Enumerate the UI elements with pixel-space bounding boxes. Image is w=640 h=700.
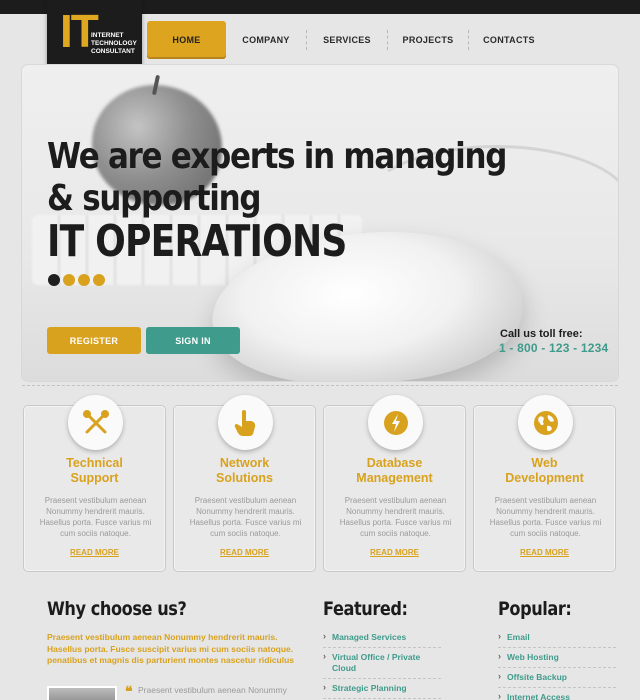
service-description: Praesent vestibulum aenean Nonummy hendr…: [189, 496, 302, 538]
hero-headline-line3: IT OPERATIONS: [47, 216, 347, 267]
nav-services[interactable]: SERVICES: [307, 21, 387, 59]
service-description: Praesent vestibulum aenean Nonummy hendr…: [339, 496, 452, 538]
why-title: Why choose us?: [47, 598, 187, 620]
service-card-network-solutions: Network Solutions Praesent vestibulum aen…: [173, 395, 316, 572]
featured-link[interactable]: Virtual Office / Private Cloud: [323, 651, 441, 679]
database-icon: [368, 395, 423, 450]
service-title: Database Management: [356, 456, 433, 485]
popular-link[interactable]: Internet Access: [498, 691, 616, 700]
popular-link[interactable]: Web Hosting: [498, 651, 616, 668]
avatar: [47, 686, 117, 700]
nav-projects[interactable]: PROJECTS: [388, 21, 468, 59]
featured-link[interactable]: Managed Services: [323, 631, 441, 648]
read-more-link[interactable]: READ MORE: [324, 548, 465, 557]
main-nav: HOME COMPANY SERVICES PROJECTS CONTACTS: [147, 21, 549, 59]
service-title: Technical Support: [66, 456, 123, 485]
nav-contacts[interactable]: CONTACTS: [469, 21, 549, 59]
nav-company[interactable]: COMPANY: [226, 21, 306, 59]
testimonial-text: Praesent vestibulum aenean Nonummy: [138, 685, 287, 695]
read-more-link[interactable]: READ MORE: [174, 548, 315, 557]
read-more-link[interactable]: READ MORE: [24, 548, 165, 557]
popular-link[interactable]: Email: [498, 631, 616, 648]
hero-headline-line2: & supporting: [47, 178, 262, 219]
service-description: Praesent vestibulum aenean Nonummy hendr…: [489, 496, 602, 538]
quote-icon: ❝: [125, 683, 133, 699]
featured-title: Featured:: [323, 598, 408, 620]
why-text: Praesent vestibulum aenean Nonummy hendr…: [47, 632, 295, 665]
read-more-link[interactable]: READ MORE: [474, 548, 615, 557]
nav-home[interactable]: HOME: [147, 21, 226, 59]
tools-icon: [68, 395, 123, 450]
slider-dot[interactable]: [48, 274, 60, 286]
slider-dot[interactable]: [63, 274, 75, 286]
service-card-technical-support: Technical Support Praesent vestibulum aen…: [23, 395, 166, 572]
register-button[interactable]: REGISTER: [47, 327, 141, 354]
pointer-hand-icon: [218, 395, 273, 450]
popular-link[interactable]: Offsite Backup: [498, 671, 616, 688]
globe-icon: [518, 395, 573, 450]
featured-link[interactable]: Strategic Planning: [323, 682, 441, 699]
section-divider: [22, 385, 618, 386]
slider-pagination: [48, 274, 105, 286]
hero-headline-line1: We are experts in managing: [47, 136, 507, 177]
service-title: Network Solutions: [216, 456, 273, 485]
call-label: Call us toll free:: [500, 328, 583, 340]
sign-in-button[interactable]: SIGN IN: [146, 327, 240, 354]
logo-text: INTERNET TECHNOLOGY CONSULTANT: [91, 32, 137, 55]
hero-slider: We are experts in managing & supporting …: [22, 65, 618, 381]
featured-list: Managed Services Virtual Office / Privat…: [323, 631, 441, 700]
popular-list: Email Web Hosting Offsite Backup Interne…: [498, 631, 616, 700]
popular-title: Popular:: [498, 598, 572, 620]
service-description: Praesent vestibulum aenean Nonummy hendr…: [39, 496, 152, 538]
slider-dot[interactable]: [93, 274, 105, 286]
service-title: Web Development: [505, 456, 584, 485]
service-card-database-management: Database Management Praesent vestibulum a…: [323, 395, 466, 572]
slider-dot[interactable]: [78, 274, 90, 286]
service-card-web-development: Web Development Praesent vestibulum aenea…: [473, 395, 616, 572]
phone-number[interactable]: 1 - 800 - 123 - 1234: [499, 341, 608, 355]
